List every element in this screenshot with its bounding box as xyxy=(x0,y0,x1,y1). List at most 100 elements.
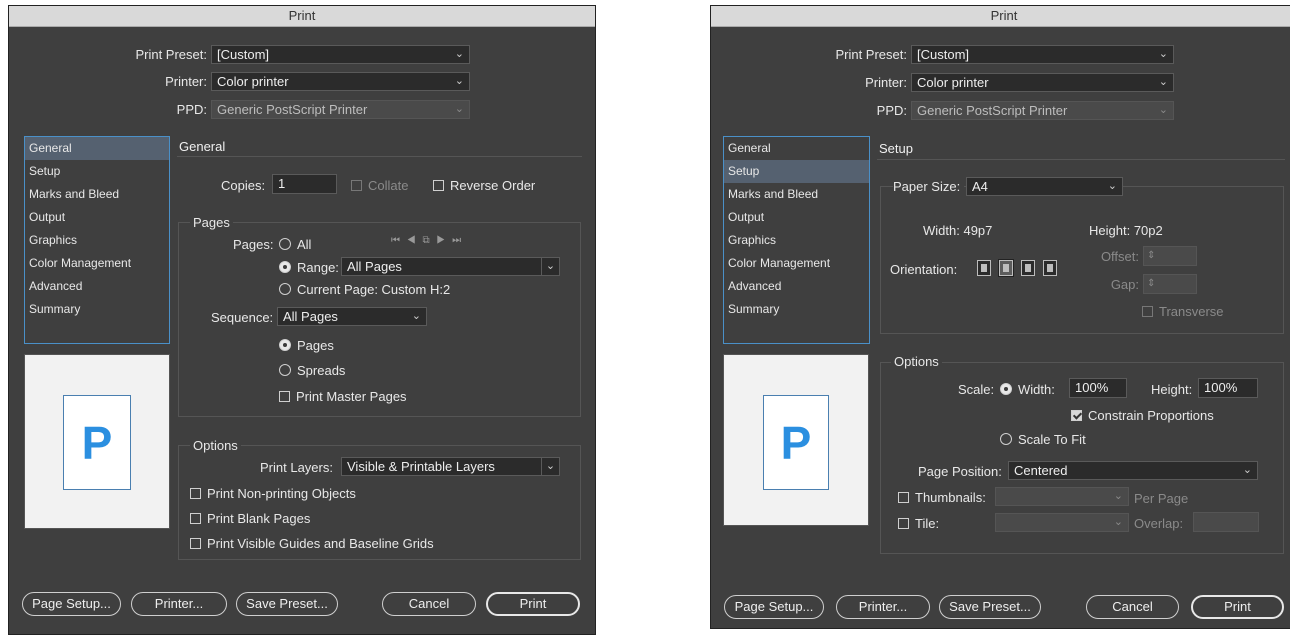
chevron-down-icon: ⌄ xyxy=(1113,516,1123,528)
save-preset-button[interactable]: Save Preset... xyxy=(939,595,1041,619)
page-setup-button[interactable]: Page Setup... xyxy=(22,592,121,616)
cancel-button[interactable]: Cancel xyxy=(1086,595,1179,619)
nav-item-color-management[interactable]: Color Management xyxy=(25,252,169,275)
copies-input[interactable]: 1 xyxy=(272,174,337,194)
reverse-landscape-icon[interactable] xyxy=(1043,260,1057,276)
radio-icon xyxy=(279,364,291,376)
nav-item-output[interactable]: Output xyxy=(25,206,169,229)
checkbox-icon xyxy=(898,518,909,529)
print-layers-select[interactable]: Visible & Printable Layers ⌄ xyxy=(341,457,560,476)
spreads-radio[interactable]: Spreads xyxy=(279,363,345,378)
collate-checkbox[interactable]: Collate xyxy=(351,178,408,193)
nav-item-summary[interactable]: Summary xyxy=(724,298,869,321)
chevron-down-icon: ⌄ xyxy=(1107,180,1117,192)
gap-stepper[interactable]: ⇕ xyxy=(1143,274,1197,294)
radio-icon xyxy=(1000,433,1012,445)
chevron-down-icon: ⌄ xyxy=(1113,490,1123,502)
checkbox-icon xyxy=(279,391,290,402)
ppd-label: PPD: xyxy=(176,102,207,117)
page-position-select[interactable]: Centered ⌄ xyxy=(1008,461,1258,480)
print-visible-guides-checkbox[interactable]: Print Visible Guides and Baseline Grids xyxy=(190,536,434,551)
orientation-label: Orientation: xyxy=(890,262,958,277)
nav-item-general[interactable]: General xyxy=(724,137,869,160)
overlap-input[interactable] xyxy=(1193,512,1259,532)
chevron-down-icon: ⌄ xyxy=(411,310,421,322)
nav-item-setup[interactable]: Setup xyxy=(724,160,869,183)
ppd-select[interactable]: Generic PostScript Printer ⌄ xyxy=(911,101,1174,120)
radio-selected-icon xyxy=(1000,383,1012,395)
checkbox-icon xyxy=(433,180,444,191)
ppd-select[interactable]: Generic PostScript Printer ⌄ xyxy=(211,100,470,119)
nav-item-setup[interactable]: Setup xyxy=(25,160,169,183)
printer-button[interactable]: Printer... xyxy=(131,592,227,616)
section-divider xyxy=(177,156,582,157)
pages-radio[interactable]: Pages xyxy=(279,338,334,353)
printer-label: Printer: xyxy=(865,75,907,90)
print-button[interactable]: Print xyxy=(1191,595,1284,619)
printer-label: Printer: xyxy=(165,74,207,89)
checkbox-icon xyxy=(190,538,201,549)
range-select[interactable]: All Pages ⌄ xyxy=(341,257,560,276)
print-master-pages-checkbox[interactable]: Print Master Pages xyxy=(279,389,407,404)
nav-item-advanced[interactable]: Advanced xyxy=(25,275,169,298)
range-radio[interactable]: Range: xyxy=(279,260,339,275)
print-non-printing-checkbox[interactable]: Print Non-printing Objects xyxy=(190,486,356,501)
scale-height-input[interactable]: 100% xyxy=(1198,378,1258,398)
printer-button[interactable]: Printer... xyxy=(836,595,930,619)
reverse-portrait-icon[interactable] xyxy=(1021,260,1035,276)
dialog-title: Print xyxy=(9,6,595,27)
pages-group-title: Pages xyxy=(190,215,233,230)
thumbnails-checkbox[interactable]: Thumbnails: xyxy=(898,490,986,505)
preview-page: P xyxy=(63,395,131,490)
constrain-proportions-checkbox[interactable]: Constrain Proportions xyxy=(1071,408,1214,423)
nav-item-color-management[interactable]: Color Management xyxy=(724,252,869,275)
current-page-radio[interactable]: Current Page: Custom H:2 xyxy=(279,282,450,297)
paper-size-label: Paper Size: xyxy=(893,179,965,194)
paper-size-select[interactable]: A4 ⌄ xyxy=(966,177,1123,196)
tile-select[interactable]: ⌄ xyxy=(995,513,1129,532)
transverse-checkbox[interactable]: Transverse xyxy=(1142,304,1224,319)
nav-item-general[interactable]: General xyxy=(25,137,169,160)
scale-width-radio[interactable]: Width: xyxy=(1000,382,1055,397)
printer-select[interactable]: Color printer ⌄ xyxy=(911,73,1174,92)
reverse-order-checkbox[interactable]: Reverse Order xyxy=(433,178,535,193)
print-preset-select[interactable]: [Custom] ⌄ xyxy=(211,45,470,64)
scale-to-fit-radio[interactable]: Scale To Fit xyxy=(1000,432,1086,447)
thumbnails-select[interactable]: ⌄ xyxy=(995,487,1129,506)
section-divider xyxy=(877,159,1285,160)
nav-item-marks-and-bleed[interactable]: Marks and Bleed xyxy=(25,183,169,206)
all-radio[interactable]: All xyxy=(279,237,311,252)
print-blank-pages-checkbox[interactable]: Print Blank Pages xyxy=(190,511,310,526)
page-setup-button[interactable]: Page Setup... xyxy=(724,595,824,619)
print-preset-label: Print Preset: xyxy=(135,47,207,62)
print-button[interactable]: Print xyxy=(486,592,580,616)
offset-stepper[interactable]: ⇕ xyxy=(1143,246,1197,266)
category-list: General Setup Marks and Bleed Output Gra… xyxy=(723,136,870,344)
nav-item-output[interactable]: Output xyxy=(724,206,869,229)
save-preset-button[interactable]: Save Preset... xyxy=(236,592,338,616)
page-navigation-icons[interactable]: ⏮ ◀ ⧉ ▶ ⏭ xyxy=(391,235,463,246)
nav-item-summary[interactable]: Summary xyxy=(25,298,169,321)
chevron-down-icon: ⌄ xyxy=(1242,464,1252,476)
scale-width-input[interactable]: 100% xyxy=(1069,378,1127,398)
section-title: General xyxy=(179,139,226,154)
nav-item-advanced[interactable]: Advanced xyxy=(724,275,869,298)
sequence-select[interactable]: All Pages ⌄ xyxy=(277,307,427,326)
options-group-title: Options xyxy=(190,438,241,453)
checkbox-icon xyxy=(351,180,362,191)
chevron-down-icon: ⌄ xyxy=(454,103,464,115)
print-preset-select[interactable]: [Custom] ⌄ xyxy=(911,45,1174,64)
preview-page: P xyxy=(763,395,829,490)
nav-item-marks-and-bleed[interactable]: Marks and Bleed xyxy=(724,183,869,206)
nav-item-graphics[interactable]: Graphics xyxy=(25,229,169,252)
nav-item-graphics[interactable]: Graphics xyxy=(724,229,869,252)
cancel-button[interactable]: Cancel xyxy=(382,592,476,616)
radio-selected-icon xyxy=(279,261,291,273)
landscape-icon[interactable] xyxy=(998,259,1014,277)
printer-select[interactable]: Color printer ⌄ xyxy=(211,72,470,91)
overlap-label: Overlap: xyxy=(1134,516,1184,531)
tile-checkbox[interactable]: Tile: xyxy=(898,516,939,531)
checkbox-checked-icon xyxy=(1071,410,1082,421)
portrait-icon[interactable] xyxy=(977,260,991,276)
checkbox-icon xyxy=(190,513,201,524)
